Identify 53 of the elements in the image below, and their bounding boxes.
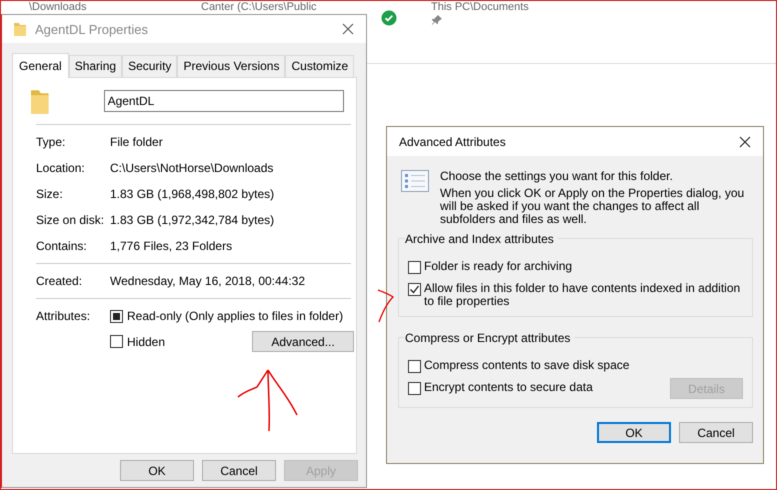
property-value: File folder bbox=[110, 135, 163, 149]
folder-icon bbox=[14, 22, 26, 36]
checkbox-label[interactable]: Folder is ready for archiving bbox=[424, 260, 743, 273]
tab[interactable]: Sharing bbox=[68, 55, 122, 77]
checkbox[interactable] bbox=[110, 310, 123, 322]
folder-path[interactable]: Canter (C:\Users\Public bbox=[201, 1, 317, 13]
advanced-button[interactable]: Advanced... bbox=[252, 331, 354, 352]
close-icon[interactable] bbox=[739, 136, 751, 148]
tab[interactable]: Security bbox=[122, 55, 178, 77]
instruction-text: Choose the settings you want for this folder. bbox=[440, 170, 674, 183]
tab[interactable]: Previous Versions bbox=[177, 55, 286, 77]
name-field[interactable]: AgentDL bbox=[104, 90, 344, 112]
checkbox-label[interactable]: Compress contents to save disk space bbox=[424, 359, 743, 372]
instruction-text: When you click OK or Apply on the Properties dialog, you will be asked if you want the changes to affect all subfolders and files as well. bbox=[440, 187, 746, 226]
property-value: 1.83 GB (1,972,342,784 bytes) bbox=[110, 213, 274, 227]
dialog-button[interactable]: Cancel bbox=[679, 422, 753, 443]
tab[interactable]: Customize bbox=[285, 55, 354, 77]
checkbox[interactable] bbox=[408, 382, 421, 395]
dialog-button[interactable]: OK bbox=[120, 460, 194, 481]
window-title: Advanced Attributes bbox=[399, 134, 507, 148]
folder-icon bbox=[31, 88, 49, 114]
group-title: Compress or Encrypt attributes bbox=[405, 331, 574, 345]
dialog-button[interactable]: Cancel bbox=[202, 460, 276, 481]
pin-icon[interactable] bbox=[432, 15, 442, 25]
property-label: Contains: bbox=[36, 239, 88, 253]
folder-path[interactable]: This PC\Documents bbox=[431, 1, 529, 13]
checkbox-label[interactable]: Read-only (Only applies to files in folder) bbox=[127, 309, 344, 323]
window-title: AgentDL Properties bbox=[35, 22, 149, 36]
checkbox[interactable] bbox=[110, 335, 123, 348]
property-value: 1,776 Files, 23 Folders bbox=[110, 239, 232, 253]
annotation-mark bbox=[377, 289, 395, 323]
dialog-button[interactable]: OK bbox=[597, 422, 671, 443]
property-label: Type: bbox=[36, 135, 66, 149]
checkbox-label[interactable]: Allow files in this folder to have contents indexed in addition to file properties bbox=[424, 282, 743, 308]
checkbox-label[interactable]: Hidden bbox=[127, 334, 166, 348]
checkbox[interactable] bbox=[408, 283, 421, 296]
check-circle-icon bbox=[381, 10, 397, 26]
tab[interactable]: General bbox=[12, 53, 69, 78]
property-label: Location: bbox=[36, 161, 86, 175]
property-label: Size: bbox=[36, 187, 64, 201]
property-value: 1.83 GB (1,968,498,802 bytes) bbox=[110, 187, 274, 201]
checkbox-label[interactable]: Encrypt contents to secure data bbox=[424, 381, 667, 394]
property-label: Size on disk: bbox=[36, 213, 106, 227]
group-title: Archive and Index attributes bbox=[405, 232, 558, 246]
property-label: Attributes: bbox=[36, 309, 92, 325]
property-value: C:\Users\NotHorse\Downloads bbox=[110, 161, 274, 175]
folder-path[interactable]: \Downloads bbox=[29, 1, 86, 13]
checklist-icon bbox=[401, 170, 429, 192]
close-icon[interactable] bbox=[342, 23, 354, 35]
property-label: Created: bbox=[36, 274, 84, 288]
checkbox[interactable] bbox=[408, 261, 421, 274]
property-value: Wednesday, May 16, 2018, 00:44:32 bbox=[110, 274, 306, 288]
checkbox[interactable] bbox=[408, 360, 421, 373]
